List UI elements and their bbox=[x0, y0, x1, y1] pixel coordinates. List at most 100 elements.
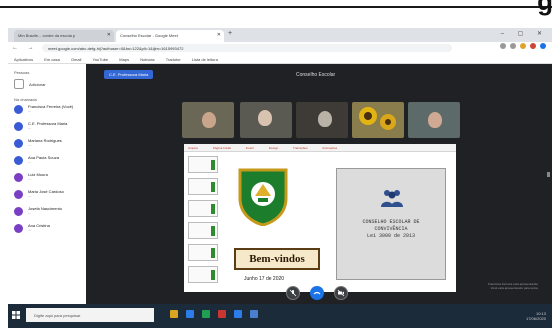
profile-avatar[interactable] bbox=[540, 43, 546, 49]
extension-icon[interactable] bbox=[510, 43, 516, 49]
card-line: CONSELHO ESCOLAR DE bbox=[362, 219, 420, 225]
participant-status: — bbox=[28, 143, 31, 147]
participant-row[interactable]: Maria José Cardoso — bbox=[8, 189, 86, 206]
participant-status: — bbox=[28, 177, 31, 181]
participant-face bbox=[428, 112, 442, 128]
panel-heading: Pessoas bbox=[14, 70, 30, 75]
cropped-glyph: g bbox=[537, 0, 552, 16]
section-label: Na chamada bbox=[14, 97, 37, 102]
slide-thumbnail[interactable] bbox=[188, 244, 218, 261]
participant-video[interactable] bbox=[182, 102, 234, 138]
windows-taskbar: Digite aqui para pesquisar 10:13 17/06/2… bbox=[8, 304, 552, 328]
call-controls bbox=[286, 286, 348, 300]
slide-date: Junho 17 de 2020 bbox=[244, 276, 285, 282]
participant-status: — bbox=[28, 211, 31, 215]
taskbar-app-icon[interactable] bbox=[234, 310, 242, 318]
bookmark-item[interactable]: Maps bbox=[119, 57, 129, 62]
avatar bbox=[14, 207, 23, 216]
extension-icon[interactable] bbox=[520, 43, 526, 49]
address-bar: ← → ⟳ meet.google.com/abc-defg-hij?authu… bbox=[8, 42, 552, 54]
thumbnail-accent bbox=[211, 160, 215, 170]
extension-icon[interactable] bbox=[530, 43, 536, 49]
taskbar-apps bbox=[170, 310, 258, 318]
ribbon-tab[interactable]: Design bbox=[269, 146, 278, 150]
presenting-badge[interactable]: C.E. Professora Maria bbox=[104, 70, 154, 79]
bookmark-item[interactable]: Lista de leitura bbox=[192, 57, 218, 62]
slide-thumbnails bbox=[188, 156, 220, 290]
side-panel-handle[interactable] bbox=[547, 172, 550, 177]
taskbar-app-icon[interactable] bbox=[202, 310, 210, 318]
taskbar-app-icon[interactable] bbox=[170, 310, 178, 318]
participant-video[interactable] bbox=[240, 102, 292, 138]
people-group-icon bbox=[381, 190, 403, 207]
slide-thumbnail[interactable] bbox=[188, 222, 218, 239]
ribbon-tab[interactable]: Página Inicial bbox=[213, 146, 231, 150]
bookmark-item[interactable]: Tradutor bbox=[166, 57, 181, 62]
end-call-button[interactable] bbox=[310, 286, 324, 300]
slide-thumbnail[interactable] bbox=[188, 266, 218, 283]
participant-row[interactable]: Luiz Moura — bbox=[8, 172, 86, 189]
windows-start-icon[interactable] bbox=[12, 311, 20, 319]
sunflower-image bbox=[359, 107, 396, 130]
participant-video[interactable] bbox=[352, 102, 404, 138]
slide-thumbnail[interactable] bbox=[188, 156, 218, 173]
taskbar-app-icon[interactable] bbox=[250, 310, 258, 318]
participant-row[interactable]: Mariana Rodrigues — bbox=[8, 138, 86, 155]
bookmark-item[interactable]: Em casa bbox=[44, 57, 60, 62]
slide-thumbnail[interactable] bbox=[188, 200, 218, 217]
participant-status: — bbox=[28, 194, 31, 198]
new-tab-button[interactable]: + bbox=[228, 30, 232, 37]
close-icon[interactable]: ✕ bbox=[107, 32, 111, 38]
mic-off-button[interactable] bbox=[286, 286, 300, 300]
top-strip: g bbox=[0, 0, 552, 26]
slide-thumbnail[interactable] bbox=[188, 178, 218, 195]
tab-item-active[interactable]: Conselho Escolar - Google Meet ✕ bbox=[116, 30, 224, 42]
extension-icon[interactable] bbox=[500, 43, 506, 49]
participant-video[interactable] bbox=[408, 102, 460, 138]
add-people-button[interactable]: Adicionar bbox=[8, 77, 86, 91]
taskbar-app-icon[interactable] bbox=[186, 310, 194, 318]
close-icon[interactable]: ✕ bbox=[217, 32, 221, 38]
bookmark-item[interactable]: YouTube bbox=[92, 57, 108, 62]
taskbar-app-icon[interactable] bbox=[218, 310, 226, 318]
welcome-banner: Bem-vindos bbox=[234, 248, 320, 270]
ribbon-tab[interactable]: Arquivo bbox=[188, 146, 198, 150]
avatar bbox=[14, 105, 23, 114]
school-crest-logo bbox=[238, 168, 288, 226]
avatar bbox=[14, 156, 23, 165]
bookmark-item[interactable]: Aplicativos bbox=[14, 57, 33, 62]
participant-row[interactable]: Josefa Nascimento — bbox=[8, 206, 86, 223]
participant-status: — bbox=[28, 126, 31, 130]
ribbon-tab[interactable]: Transições bbox=[293, 146, 308, 150]
tab-item[interactable]: Mtn Brazile... contre da escola p ✕ bbox=[14, 30, 114, 42]
participant-row[interactable]: C.E. Professora Maria — bbox=[8, 121, 86, 138]
bookmark-item[interactable]: Notícias bbox=[140, 57, 154, 62]
url-input[interactable]: meet.google.com/abc-defg-hij?authuser=0&… bbox=[42, 44, 452, 52]
bookmark-item[interactable]: Gmail bbox=[71, 57, 81, 62]
participant-row[interactable]: Francisca Ferreira (Você) — bbox=[8, 104, 86, 121]
council-card: CONSELHO ESCOLAR DE CONVIVÊNCIA Lei 3000… bbox=[336, 168, 446, 280]
bookmarks-bar: Aplicativos Em casa Gmail YouTube Maps N… bbox=[8, 54, 552, 64]
add-person-icon bbox=[14, 79, 24, 89]
caption-line: Você está apresentando para todos bbox=[490, 286, 538, 290]
avatar bbox=[14, 122, 23, 131]
card-line: Lei 3000 de 2013 bbox=[366, 233, 415, 239]
participant-video[interactable] bbox=[296, 102, 348, 138]
shared-presentation: Arquivo Página Inicial Inserir Design Tr… bbox=[184, 144, 456, 292]
ribbon-tab[interactable]: Inserir bbox=[246, 146, 254, 150]
thumbnail-accent bbox=[211, 226, 215, 236]
avatar bbox=[14, 173, 23, 182]
ribbon-tab[interactable]: Animações bbox=[322, 146, 337, 150]
card-text: CONSELHO ESCOLAR DE CONVIVÊNCIA Lei 3000… bbox=[337, 219, 445, 240]
participant-row[interactable]: Ana Paula Souza — bbox=[8, 155, 86, 172]
camera-off-button[interactable] bbox=[334, 286, 348, 300]
taskbar-search-input[interactable]: Digite aqui para pesquisar bbox=[26, 308, 154, 322]
browser-window: Mtn Brazile... contre da escola p ✕ Cons… bbox=[8, 28, 552, 328]
participant-row[interactable]: Ana Cristina — bbox=[8, 223, 86, 240]
avatar bbox=[14, 139, 23, 148]
participant-status: — bbox=[28, 160, 31, 164]
participant-face bbox=[202, 112, 216, 128]
window-controls[interactable]: – ▢ ✕ bbox=[501, 30, 548, 37]
thumbnail-accent bbox=[211, 204, 215, 214]
system-tray-clock[interactable]: 10:13 17/06/2020 bbox=[526, 311, 546, 321]
